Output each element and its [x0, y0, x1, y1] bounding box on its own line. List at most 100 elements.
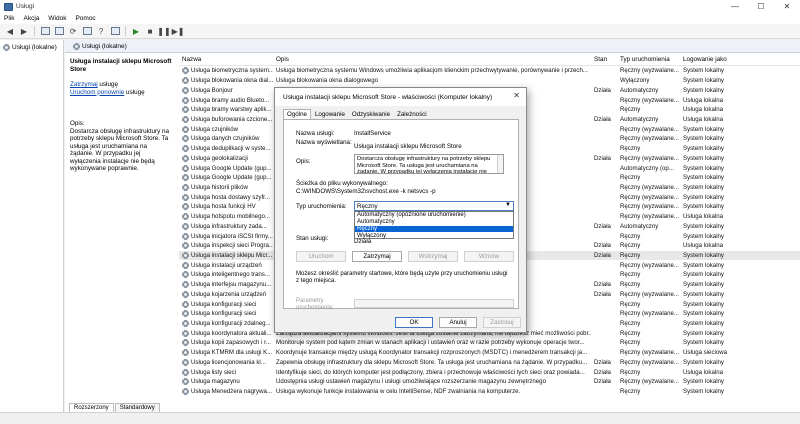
forward-arrow-icon[interactable]: ▶ — [18, 26, 30, 37]
column-status[interactable]: Stan — [591, 56, 617, 63]
ok-button[interactable]: OK — [395, 317, 433, 328]
row-status: Działa — [594, 86, 611, 94]
column-description[interactable]: Opis — [273, 56, 591, 63]
startup-type-label: Typ uruchomienia: — [296, 203, 347, 210]
row-name-text: Usługa interfejsu magazynu... — [191, 281, 272, 289]
dialog-close-icon[interactable]: ✕ — [513, 91, 520, 100]
list-view-icon[interactable] — [53, 26, 65, 37]
menu-file[interactable]: Plik — [4, 15, 14, 22]
row-status: Działa — [594, 290, 611, 298]
table-row[interactable]: Usługa licencjonowania kl... Zapewnia obs… — [179, 358, 800, 368]
row-name: Usługa blokowania okna dial... — [179, 77, 273, 85]
maximize-button[interactable]: ☐ — [748, 0, 774, 13]
start-service-icon[interactable]: ▶ — [130, 26, 142, 37]
properties-icon[interactable] — [109, 26, 121, 37]
table-row[interactable]: Usługa kopii zapasowych i r... Monitoruje… — [179, 338, 800, 348]
gear-icon — [182, 368, 189, 376]
row-startup-type: Ręczny — [620, 106, 641, 114]
resume-button[interactable]: Wznów — [464, 251, 514, 262]
row-startup-type: Automatyczny — [620, 86, 659, 94]
export-list-icon[interactable] — [81, 26, 93, 37]
minimize-button[interactable]: — — [722, 0, 748, 13]
stop-service-icon[interactable]: ■ — [144, 26, 156, 37]
tab-log-on[interactable]: Logowanie — [312, 110, 348, 119]
tree-item-services-local[interactable]: Usługi (lokalne) — [0, 42, 63, 53]
service-properties-dialog: Usługa instalacji sklepu Microsoft Store… — [274, 87, 527, 333]
service-description-panel: Usługa instalacji sklepu Microsoft Store… — [65, 53, 177, 399]
tab-extended[interactable]: Rozszerzony — [69, 403, 114, 412]
tab-general[interactable]: Ogólne — [283, 109, 311, 119]
startup-type-option[interactable]: Automatyczny — [355, 219, 513, 226]
row-log-on-as: System lokalny — [683, 125, 724, 133]
row-name: Usługa bramy audio Blueto... — [179, 96, 273, 104]
row-name: Usługa inspekcji sieci Progra... — [179, 242, 273, 250]
column-name[interactable]: Nazwa — [179, 56, 273, 63]
row-name: Usługa instalacji sklepu Micr... — [179, 252, 273, 260]
row-name-text: Usługa bramy audio Blueto... — [191, 96, 270, 104]
stop-service-link[interactable]: Zatrzymaj — [70, 81, 98, 88]
tree-item-label: Usługi (lokalne) — [12, 44, 57, 51]
cancel-button[interactable]: Anuluj — [439, 317, 477, 328]
row-name-text: Usługa blokowania okna dial... — [191, 77, 273, 85]
row-name: Usługa inteligentnego trans... — [179, 271, 273, 279]
gear-icon — [182, 261, 189, 269]
help-icon[interactable]: ? — [95, 26, 107, 37]
row-name: Usługa hosta dostawy szyfr... — [179, 193, 273, 201]
table-row[interactable]: Usługa listy sieci Identyfikuje sieci, do… — [179, 367, 800, 377]
row-name-text: Usługa KTMRM dla usługi K... — [191, 349, 273, 357]
row-log-on-as: Usługa lokalna — [683, 368, 723, 376]
startup-type-option[interactable]: Wyłączony — [355, 232, 513, 239]
display-name-label: Nazwa wyświetlana: — [296, 139, 352, 146]
restart-service-link[interactable]: Uruchom ponownie — [70, 89, 124, 96]
menu-action[interactable]: Akcja — [23, 15, 39, 22]
apply-button[interactable]: Zastosuj — [483, 317, 521, 328]
refresh-icon[interactable]: ⟳ — [67, 26, 79, 37]
toolbar: ◀ ▶ ⟳ ? ▶ ■ ❚❚ ▶❚ — [0, 24, 800, 39]
menu-help[interactable]: Pomoc — [75, 15, 95, 22]
status-bar — [0, 412, 800, 424]
column-log-on-as[interactable]: Logowanie jako — [680, 56, 740, 63]
title-bar: Usługi — ☐ ✕ — [0, 0, 800, 13]
start-button[interactable]: Uruchom — [296, 251, 346, 262]
stop-button[interactable]: Zatrzymaj — [352, 251, 402, 262]
row-name-text: Usługa hosta funkcji HV — [191, 203, 256, 211]
row-description: Zapewnia obsługę infrastruktury dla skle… — [276, 358, 588, 366]
description-field-label: Opis: — [296, 158, 311, 165]
startup-type-select[interactable]: Ręczny ▼ — [354, 201, 514, 211]
row-startup-type: Ręczny (wyzwalane... — [620, 378, 679, 386]
tab-dependencies[interactable]: Zależności — [394, 110, 430, 119]
table-row[interactable]: Usługa biometryczna system... Usługa biom… — [179, 66, 800, 76]
table-row[interactable]: Usługa Menedżera nagrywa... Usługa wykonu… — [179, 387, 800, 397]
tab-recovery[interactable]: Odzyskiwanie — [349, 110, 393, 119]
description-scrollbar[interactable] — [497, 155, 503, 173]
row-log-on-as: System lokalny — [683, 86, 724, 94]
row-log-on-as: Usługa lokalna — [683, 96, 723, 104]
pause-service-icon[interactable]: ❚❚ — [157, 26, 170, 37]
back-arrow-icon[interactable]: ◀ — [4, 26, 16, 37]
service-status-value: Działa — [354, 238, 372, 245]
close-button[interactable]: ✕ — [774, 0, 800, 13]
menu-view[interactable]: Widok — [48, 15, 66, 22]
start-parameters-input[interactable] — [354, 299, 514, 308]
table-row[interactable]: Usługa magazynu Udostępnia usługi ustawie… — [179, 377, 800, 387]
pause-button[interactable]: Wstrzymaj — [408, 251, 458, 262]
row-name: Usługa konfiguracji sieci — [179, 310, 273, 318]
table-row[interactable]: Usługa KTMRM dla usługi K... Koordynuje t… — [179, 348, 800, 358]
pane-header-title: Usługi (lokalne) — [82, 42, 127, 50]
startup-type-option[interactable]: Ręczny — [355, 225, 513, 233]
startup-type-option[interactable]: Automatyczny (opóźnione uruchomienie) — [355, 212, 513, 219]
console-tree-icon[interactable] — [39, 26, 51, 37]
gear-icon — [182, 290, 189, 298]
table-row[interactable]: Usługa blokowania okna dial... Usługa blo… — [179, 76, 800, 86]
restart-service-icon[interactable]: ▶❚ — [172, 26, 185, 37]
tab-standard[interactable]: Standardowy — [114, 403, 160, 412]
column-startup-type[interactable]: Typ uruchomienia — [617, 56, 680, 63]
description-field[interactable]: Dostarcza obsługę infrastruktury na potr… — [354, 154, 504, 174]
row-name-text: Usługa infrastruktury zada... — [191, 222, 267, 230]
row-startup-type: Ręczny (wyzwalane... — [620, 183, 679, 191]
row-name-text: Usługa kojarzenia urządzeń — [191, 290, 267, 298]
dialog-title: Usługa instalacji sklepu Microsoft Store… — [275, 88, 526, 106]
row-name-text: Usługa magazynu — [191, 378, 240, 386]
gear-icon — [182, 378, 189, 386]
gear-icon — [182, 135, 189, 143]
